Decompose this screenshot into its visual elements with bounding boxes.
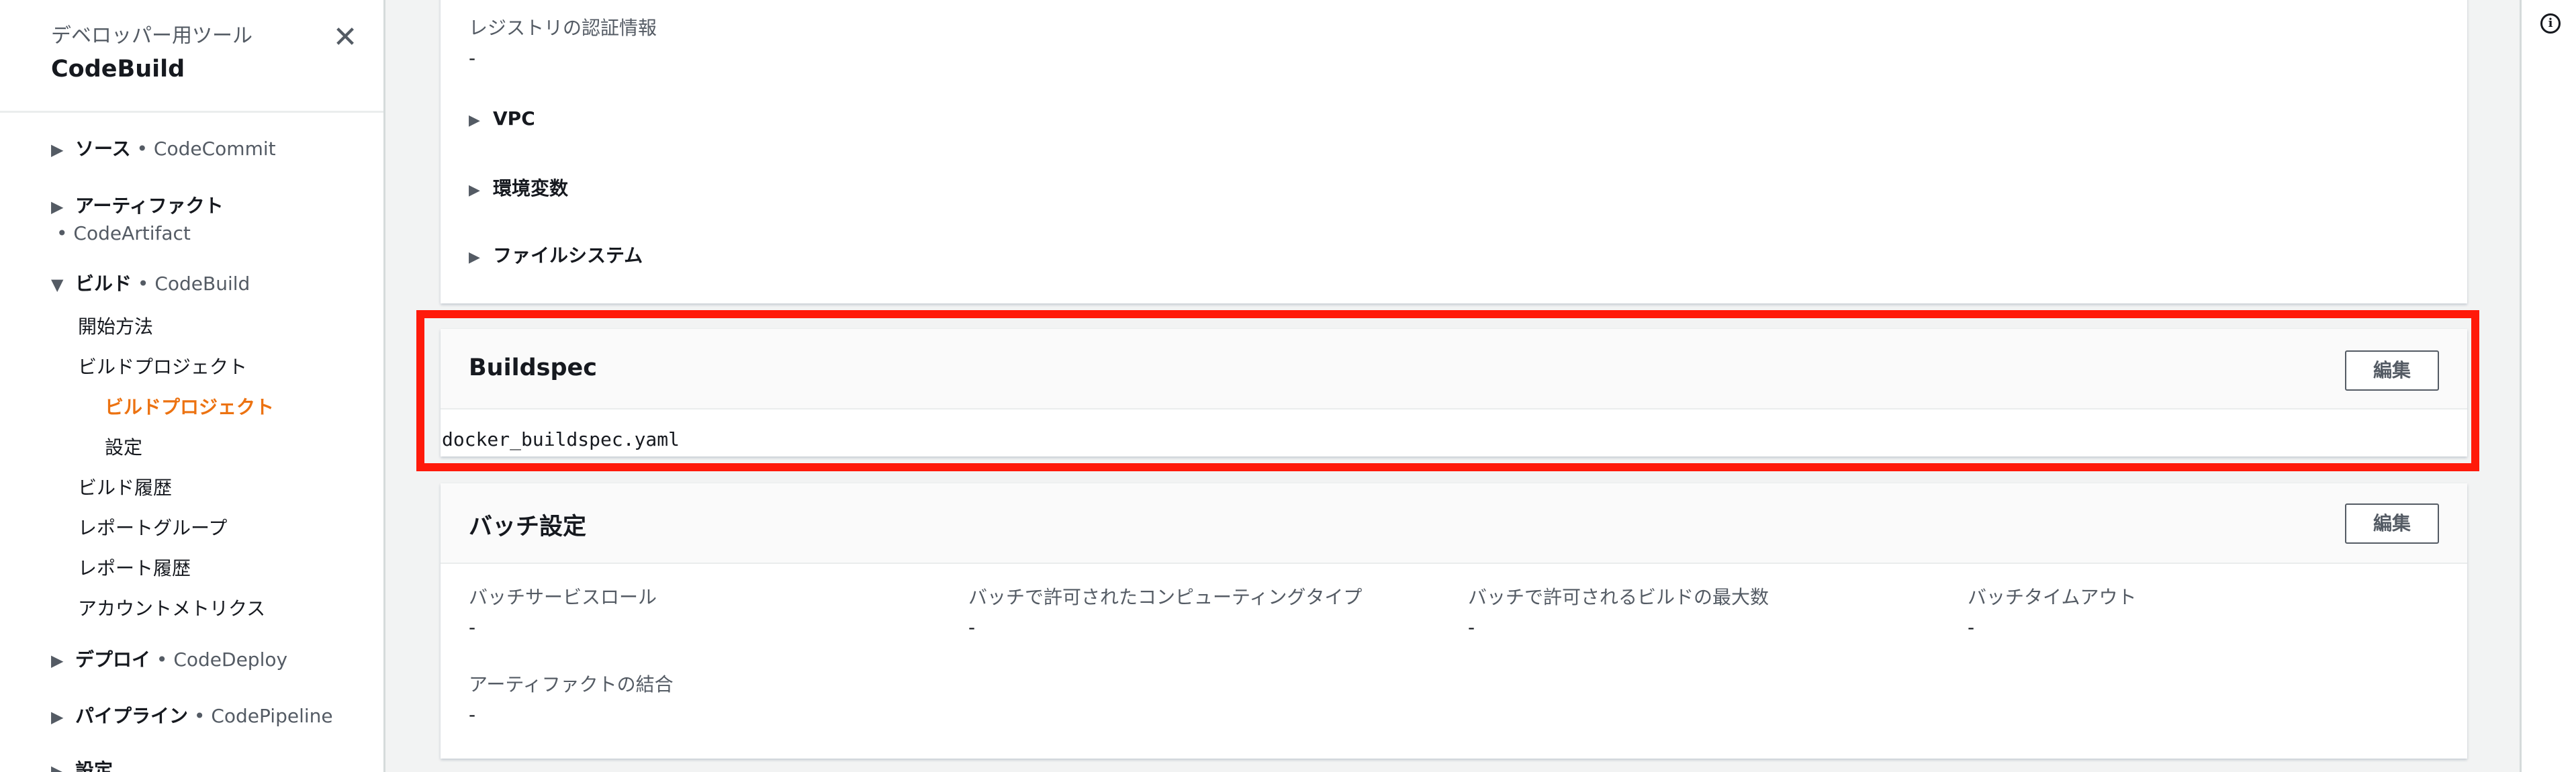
caret-right-icon: ▶	[51, 708, 64, 726]
sidebar-divider	[0, 111, 383, 113]
batch-timeout-value: -	[1968, 616, 1975, 638]
sidebar-section-build[interactable]: ▼ ビルド • CodeBuild	[51, 271, 250, 298]
batch-max-builds-label: バッチで許可されるビルドの最大数	[1468, 586, 1769, 608]
sidebar-section-label: デプロイ	[75, 648, 151, 671]
close-icon[interactable]: ✕	[332, 23, 359, 52]
sidebar-section-artifact[interactable]: ▶ アーティファクト	[51, 193, 224, 220]
sidebar-section-service: • CodePipeline	[193, 705, 333, 727]
sidebar-section-label: ビルド	[75, 273, 132, 295]
sidebar-item-report-history[interactable]: レポート履歴	[78, 555, 191, 582]
batch-settings-panel: バッチ設定 編集 バッチサービスロール - バッチで許可されたコンピューティング…	[441, 483, 2467, 759]
sidebar-item-build-history[interactable]: ビルド履歴	[78, 475, 172, 501]
batch-settings-header: バッチ設定 編集	[441, 483, 2467, 564]
sidebar-section-service: • CodeArtifact	[56, 222, 191, 244]
sidebar-section-label: アーティファクト	[75, 195, 224, 217]
sidebar-section-pipeline[interactable]: ▶ パイプライン • CodePipeline	[51, 703, 333, 730]
buildspec-filename: docker_buildspec.yaml	[442, 428, 680, 450]
buildspec-edit-button[interactable]: 編集	[2345, 350, 2439, 391]
caret-right-icon: ▶	[469, 112, 480, 129]
environment-variables-expander[interactable]: ▶ 環境変数	[469, 174, 568, 201]
batch-max-builds-value: -	[1468, 616, 1475, 638]
batch-compute-types-value: -	[968, 616, 976, 638]
sidebar-item-report-groups[interactable]: レポートグループ	[78, 515, 227, 542]
sidebar-section-service: • CodeDeploy	[156, 648, 288, 671]
sidebar-item-account-metrics[interactable]: アカウントメトリクス	[78, 595, 265, 622]
sidebar-section-service: • CodeCommit	[136, 138, 276, 160]
expander-label: VPC	[493, 107, 535, 130]
info-icon[interactable]: i	[2540, 13, 2561, 34]
sidebar-item-settings[interactable]: 設定	[105, 434, 142, 461]
sidebar-section-source[interactable]: ▶ ソース • CodeCommit	[51, 136, 276, 163]
registry-credential-value: -	[469, 47, 476, 69]
combine-artifacts-label: アーティファクトの結合	[469, 673, 674, 695]
registry-credential-label: レジストリの認証情報	[469, 17, 657, 39]
batch-service-role-label: バッチサービスロール	[469, 586, 657, 608]
batch-service-role-value: -	[469, 616, 476, 638]
buildspec-title: Buildspec	[469, 354, 598, 381]
sidebar-item-build-projects[interactable]: ビルドプロジェクト	[78, 354, 247, 381]
caret-down-icon: ▼	[51, 275, 64, 294]
expander-label: ファイルシステム	[493, 244, 643, 267]
sidebar-section-service: • CodeBuild	[137, 273, 250, 295]
buildspec-header: Buildspec 編集	[441, 329, 2467, 409]
sidebar-item-getting-started[interactable]: 開始方法	[78, 313, 153, 340]
sidebar-section-label: 設定	[75, 759, 113, 772]
help-panel-rail: i	[2520, 0, 2576, 772]
navigation-sidebar: デベロッパー用ツール CodeBuild ✕ ▶ ソース • CodeCommit…	[0, 0, 385, 772]
sidebar-item-build-projects-active[interactable]: ビルドプロジェクト	[105, 394, 274, 421]
caret-right-icon: ▶	[51, 197, 64, 216]
caret-right-icon: ▶	[469, 182, 480, 199]
sidebar-header: デベロッパー用ツール CodeBuild	[51, 23, 252, 86]
expander-label: 環境変数	[493, 177, 569, 199]
sidebar-section-label: パイプライン	[75, 705, 189, 727]
vpc-expander[interactable]: ▶ VPC	[469, 107, 535, 130]
buildspec-panel: Buildspec 編集 docker_buildspec.yaml	[441, 329, 2467, 456]
sidebar-section-deploy[interactable]: ▶ デプロイ • CodeDeploy	[51, 646, 287, 674]
combine-artifacts-value: -	[469, 704, 476, 726]
caret-right-icon: ▶	[469, 249, 480, 266]
batch-settings-title: バッチ設定	[469, 514, 587, 540]
sidebar-title[interactable]: CodeBuild	[51, 52, 252, 86]
caret-right-icon: ▶	[51, 762, 64, 772]
sidebar-section-label: ソース	[75, 138, 131, 160]
environment-panel: レジストリの認証情報 - ▶ VPC ▶ 環境変数 ▶ ファイルシステム	[441, 0, 2467, 303]
sidebar-section-settings[interactable]: ▶ 設定	[51, 757, 113, 772]
sidebar-subtitle: デベロッパー用ツール	[51, 24, 252, 48]
caret-right-icon: ▶	[51, 651, 64, 670]
caret-right-icon: ▶	[51, 140, 64, 159]
batch-settings-edit-button[interactable]: 編集	[2345, 503, 2439, 544]
file-system-expander[interactable]: ▶ ファイルシステム	[469, 241, 643, 268]
batch-timeout-label: バッチタイムアウト	[1968, 586, 2137, 608]
batch-compute-types-label: バッチで許可されたコンピューティングタイプ	[968, 586, 1363, 608]
